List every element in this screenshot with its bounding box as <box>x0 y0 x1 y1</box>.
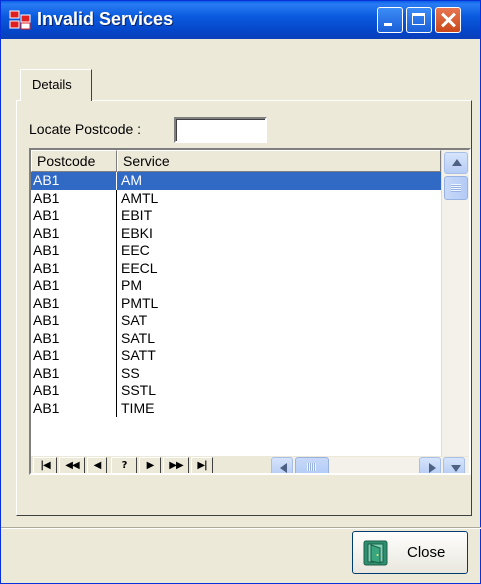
service-cell: SS <box>121 364 140 381</box>
service-cell: SAT <box>121 312 148 328</box>
invalid-services-window: Invalid Services Details Locate Postcode… <box>0 0 481 584</box>
service-cell: EBIT <box>121 207 153 223</box>
postcode-cell: AB1 <box>31 189 117 207</box>
nav-next-page-button[interactable]: ▶▶ <box>163 457 189 473</box>
nav-locate-button[interactable]: ? <box>111 457 137 473</box>
scroll-left-button[interactable] <box>271 457 293 473</box>
service-cell: EEC <box>121 242 150 258</box>
vertical-scrollbar[interactable] <box>441 150 469 456</box>
service-cell: SATL <box>121 329 155 346</box>
nav-first-button[interactable]: |◀ <box>33 457 57 473</box>
close-button[interactable]: Close <box>352 531 468 574</box>
maximize-button[interactable] <box>406 7 432 33</box>
postcode-cell: AB1 <box>31 399 117 417</box>
table-row[interactable]: AB1 PMTL <box>31 294 443 312</box>
postcode-cell: AB1 <box>31 294 117 312</box>
nav-prior-page-button[interactable]: ◀◀ <box>59 457 85 473</box>
column-header-postcode[interactable]: Postcode <box>31 150 117 172</box>
window-title: Invalid Services <box>37 9 174 29</box>
right-arrow-icon <box>429 463 436 473</box>
table-row[interactable]: AB1 AM <box>31 172 443 190</box>
postcode-cell: AB1 <box>31 207 117 225</box>
postcode-cell: AB1 <box>31 364 117 382</box>
left-arrow-icon <box>280 463 287 473</box>
app-icon <box>9 10 31 30</box>
table-row[interactable]: AB1 EBIT <box>31 207 443 225</box>
table-row[interactable]: AB1 SS <box>31 364 443 382</box>
door-exit-icon <box>363 540 388 566</box>
nav-next-button[interactable]: ▶ <box>139 457 161 473</box>
postcode-cell: AB1 <box>31 224 117 242</box>
table-row[interactable]: AB1 AMTL <box>31 189 443 207</box>
table-row[interactable]: AB1 TIME <box>31 399 443 417</box>
service-cell: PM <box>121 277 142 293</box>
tab-details[interactable]: Details <box>20 69 92 101</box>
nav-prior-button[interactable]: ◀ <box>87 457 107 473</box>
locate-postcode-input[interactable] <box>174 117 267 143</box>
horizontal-scrollbar[interactable] <box>271 457 469 473</box>
postcode-cell: AB1 <box>31 382 117 400</box>
horizontal-scroll-thumb[interactable] <box>295 457 329 473</box>
close-button-label: Close <box>407 544 446 561</box>
table-row[interactable]: AB1 SATT <box>31 347 443 365</box>
service-cell: AMTL <box>121 189 159 206</box>
table-row[interactable]: AB1 SSTL <box>31 382 443 400</box>
vertical-scroll-thumb[interactable] <box>444 176 468 200</box>
scroll-right-button[interactable] <box>419 457 441 473</box>
table-row[interactable]: AB1 SAT <box>31 312 443 330</box>
postcode-cell: AB1 <box>31 172 117 190</box>
table-row[interactable]: AB1 EEC <box>31 242 443 260</box>
service-cell: PMTL <box>121 294 159 311</box>
service-cell: EECL <box>121 259 158 276</box>
postcode-cell: AB1 <box>31 347 117 365</box>
navigator-bar: |◀ ◀◀ ◀? ▶ ▶▶ ▶| <box>31 456 469 473</box>
service-cell: EBKI <box>121 224 153 241</box>
grid-rows: AB1 AM AB1 AMTL AB1 EBIT AB1 EBKI AB1 EEC AB1 EECL A… <box>31 172 443 417</box>
down-arrow-icon <box>451 465 461 472</box>
postcode-cell: AB1 <box>31 259 117 277</box>
footer-separator <box>1 527 481 529</box>
table-row[interactable]: AB1 EECL <box>31 259 443 277</box>
service-cell: TIME <box>121 399 155 416</box>
column-header-service[interactable]: Service <box>117 150 441 172</box>
postcode-cell: AB1 <box>31 329 117 347</box>
services-grid[interactable]: Postcode Service AB1 AM AB1 AMTL AB1 EBIT AB1 E… <box>29 148 471 475</box>
table-row[interactable]: AB1 PM <box>31 277 443 295</box>
scroll-down-button[interactable] <box>443 457 465 473</box>
scroll-up-button[interactable] <box>444 152 468 174</box>
locate-postcode-label: Locate Postcode : <box>29 121 142 137</box>
tab-details-label: Details <box>32 77 72 92</box>
service-cell: SATT <box>121 347 156 363</box>
nav-last-button[interactable]: ▶| <box>191 457 213 473</box>
postcode-cell: AB1 <box>31 312 117 330</box>
title-bar[interactable]: Invalid Services <box>1 1 480 39</box>
postcode-cell: AB1 <box>31 242 117 260</box>
table-row[interactable]: AB1 SATL <box>31 329 443 347</box>
service-cell: SSTL <box>121 382 157 398</box>
table-row[interactable]: AB1 EBKI <box>31 224 443 242</box>
up-arrow-icon <box>452 159 462 166</box>
postcode-cell: AB1 <box>31 277 117 295</box>
service-cell: AM <box>121 172 142 188</box>
minimize-button[interactable] <box>377 7 403 33</box>
close-window-button[interactable] <box>435 7 461 33</box>
